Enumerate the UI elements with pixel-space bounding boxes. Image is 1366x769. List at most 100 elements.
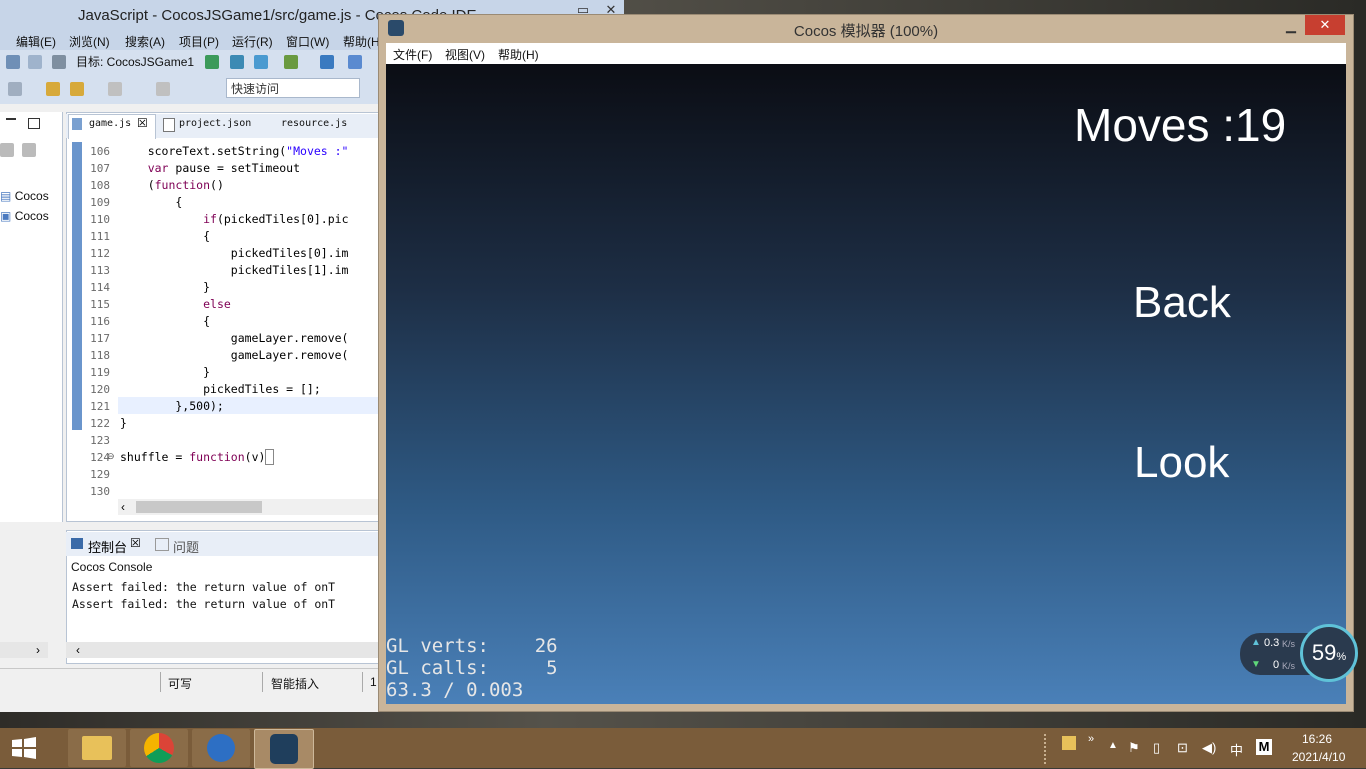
quick-access-input[interactable]: 快速访问: [226, 78, 360, 98]
tab-problems[interactable]: 问题: [173, 537, 199, 556]
download-arrow-icon: ▼: [1251, 659, 1261, 670]
line-number: 112: [90, 247, 110, 260]
menu-run[interactable]: 运行(R): [232, 33, 273, 50]
console-hscrollbar[interactable]: [66, 642, 378, 658]
line-number: 123: [90, 434, 110, 447]
collapse-icon[interactable]: [8, 82, 22, 96]
line-number: 108: [90, 179, 110, 192]
tab-project-json[interactable]: project.json: [179, 118, 251, 129]
menu-view[interactable]: 视图(V): [445, 46, 485, 63]
back-arrow-icon[interactable]: [70, 82, 84, 96]
file-explorer-taskbar-button[interactable]: [68, 729, 126, 767]
chrome-taskbar-button[interactable]: [130, 729, 188, 767]
line-number: 113: [90, 264, 110, 277]
tray-folder-icon[interactable]: [1062, 736, 1076, 750]
scroll-left-icon[interactable]: ‹: [76, 643, 80, 657]
cocos-simulator-taskbar-button[interactable]: [254, 729, 314, 769]
json-file-icon: [163, 118, 175, 132]
minimize-panel-icon[interactable]: [6, 118, 16, 120]
ime-indicator[interactable]: 中: [1230, 740, 1243, 759]
tab-console[interactable]: 控制台: [88, 537, 127, 556]
power-icon[interactable]: ▯: [1153, 740, 1160, 756]
cpu-percent: 59: [1311, 640, 1337, 665]
line-number: 118: [90, 349, 110, 362]
line-number: 120: [90, 383, 110, 396]
debug-icon[interactable]: [254, 55, 268, 69]
tab-resource-js[interactable]: resource.js: [281, 118, 347, 129]
run-config-icon[interactable]: [320, 55, 334, 69]
volume-icon[interactable]: ◀): [1202, 740, 1216, 756]
problems-icon: [155, 538, 169, 551]
line-number: 119: [90, 366, 110, 379]
line-number: 122: [90, 417, 110, 430]
tree-item-project[interactable]: ▤ Cocos: [0, 189, 49, 203]
start-button[interactable]: [10, 736, 38, 760]
close-tab-icon[interactable]: ☒: [137, 116, 148, 130]
console-line: Assert failed: the return value of onT: [72, 597, 336, 611]
action-center-flag-icon[interactable]: ⚑: [1128, 740, 1140, 756]
save-icon[interactable]: [6, 55, 20, 69]
pin-icon[interactable]: [156, 82, 170, 96]
back-button[interactable]: Back: [1133, 278, 1231, 328]
minimize-button[interactable]: ▁: [1276, 16, 1306, 36]
save-all-icon[interactable]: [28, 55, 42, 69]
cpu-usage-gauge[interactable]: 59%: [1300, 624, 1358, 682]
scrollbar-thumb[interactable]: [136, 501, 262, 513]
line-number: 124: [90, 451, 110, 464]
line-number: 110: [90, 213, 110, 226]
print-icon[interactable]: [52, 55, 66, 69]
game-canvas[interactable]: [386, 64, 1346, 704]
chrome-icon: [144, 733, 174, 763]
new-icon[interactable]: [348, 55, 362, 69]
view-menu-icon[interactable]: [22, 143, 36, 157]
project-explorer-panel: [0, 112, 63, 522]
line-number: 117: [90, 332, 110, 345]
download-speed: 0: [1273, 659, 1280, 671]
line-number: 106: [90, 145, 110, 158]
folder-icon: [82, 736, 112, 760]
scroll-right-icon[interactable]: ›: [36, 643, 40, 657]
clock-time[interactable]: 16:26: [1302, 732, 1332, 746]
deploy-icon[interactable]: [230, 55, 244, 69]
upload-arrow-icon: ▲: [1251, 637, 1261, 648]
status-divider: [160, 672, 161, 692]
menu-search[interactable]: 搜索(A): [125, 33, 165, 50]
ime-mode-icon[interactable]: M: [1256, 739, 1272, 755]
menu-project[interactable]: 项目(P): [179, 33, 219, 50]
status-position: 1: [370, 675, 377, 689]
line-number: 114: [90, 281, 110, 294]
status-divider: [362, 672, 363, 692]
clock-date[interactable]: 2021/4/10: [1292, 750, 1345, 764]
upload-unit: K/s: [1282, 639, 1296, 649]
project-icon: ▤: [0, 189, 12, 203]
maximize-panel-icon[interactable]: [28, 118, 40, 129]
cocos-ide-taskbar-button[interactable]: [192, 729, 250, 767]
look-button[interactable]: Look: [1134, 438, 1229, 488]
close-tab-icon[interactable]: ☒: [130, 536, 141, 550]
menu-edit[interactable]: 编辑(E): [16, 33, 56, 50]
last-edit-icon[interactable]: [46, 82, 60, 96]
show-hidden-icons[interactable]: ▲: [1108, 740, 1118, 751]
toolbar-expand-icon[interactable]: »: [1088, 733, 1094, 745]
menu-window[interactable]: 窗口(W): [286, 33, 329, 50]
run-icon[interactable]: [284, 55, 298, 69]
gl-verts-stat: GL verts: 26: [386, 635, 558, 657]
explorer-hscrollbar[interactable]: [0, 642, 48, 658]
fold-icon[interactable]: ⊖: [107, 451, 115, 462]
line-number: 107: [90, 162, 110, 175]
link-editor-icon[interactable]: [0, 143, 14, 157]
scroll-left-icon[interactable]: ‹: [121, 500, 125, 514]
line-number: 115: [90, 298, 110, 311]
menu-file[interactable]: 文件(F): [393, 46, 432, 63]
code-text[interactable]: scoreText.setString("Moves :" var pause …: [120, 143, 378, 500]
menu-navigate[interactable]: 浏览(N): [69, 33, 110, 50]
forward-arrow-icon[interactable]: [108, 82, 122, 96]
close-button[interactable]: ✕: [1305, 15, 1345, 35]
network-icon[interactable]: ⊡: [1177, 740, 1188, 756]
menu-help[interactable]: 帮助(H): [498, 46, 539, 63]
status-writable: 可写: [168, 677, 193, 691]
line-number: 130: [90, 485, 110, 498]
tree-item-project[interactable]: ▣ Cocos: [0, 209, 49, 223]
fps-stat: 63.3 / 0.003: [386, 679, 524, 701]
build-icon[interactable]: [205, 55, 219, 69]
